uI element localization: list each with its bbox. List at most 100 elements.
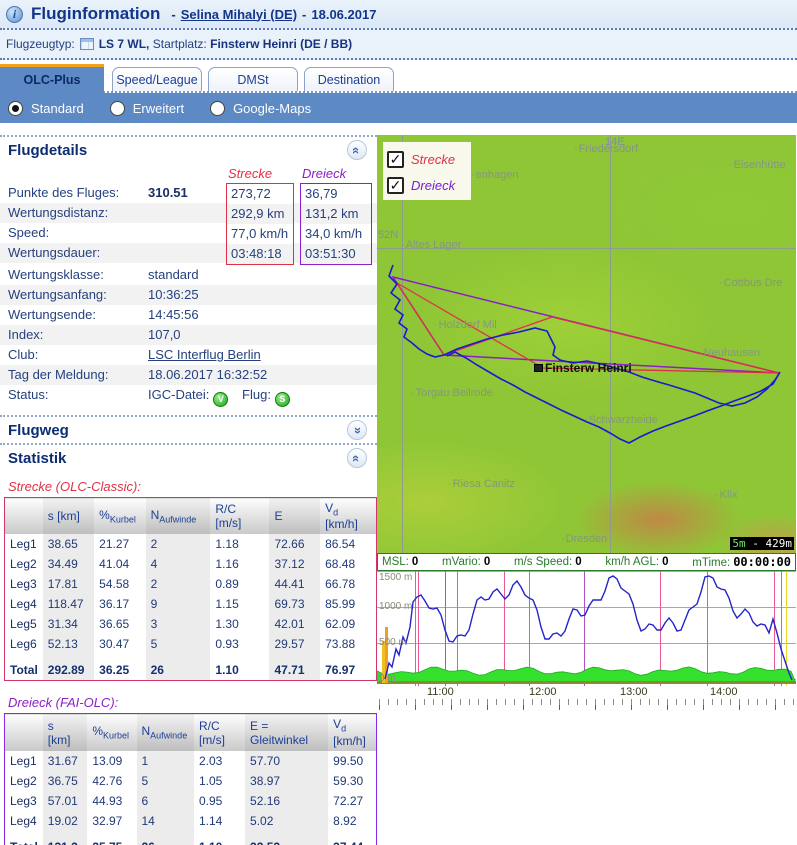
checkbox-checked[interactable]: ✓ (387, 177, 404, 194)
view-option-standard[interactable]: Standard (8, 101, 84, 116)
detail-value: standard (148, 265, 199, 285)
tab-olc-plus[interactable]: OLC-Plus (0, 64, 104, 93)
igc-valid-badge: V (213, 392, 228, 407)
tab-destination[interactable]: Destination (304, 67, 394, 91)
stat-cell: 0.93 (210, 634, 269, 654)
elevation-range: - 429m (746, 537, 792, 550)
flight-detail-row: Tag der Meldung:18.06.2017 16:32:52 (0, 365, 377, 385)
details-column: Flugdetails « Strecke Dreieck Punkte des… (0, 123, 377, 845)
club-link[interactable]: LSC Interflug Berlin (148, 347, 261, 362)
detail-value: 107,0 (148, 325, 181, 345)
airfield-marker-icon (534, 364, 543, 372)
barogram-curves (377, 571, 796, 686)
radio-standard-selected[interactable] (8, 101, 23, 116)
flight-detail-rows: Wertungsklasse:standardWertungsanfang:10… (0, 265, 377, 385)
stat-cell: 131.2 (43, 831, 88, 845)
stat-cell: 44.41 (269, 574, 320, 594)
stat-cell: 0.89 (210, 574, 269, 594)
flugweg-heading: Flugweg (8, 422, 69, 439)
detail-label: Wertungsanfang: (0, 285, 148, 305)
time-axis-label: 11:00 (427, 686, 454, 698)
stat-cell: 30.47 (94, 634, 145, 654)
stat-cell: 31.34 (43, 614, 94, 634)
layer-toggle-dreieck[interactable]: ✓Dreieck (387, 172, 471, 198)
detail-label: Wertungsdauer: (0, 243, 148, 263)
detail-label: Wertungsdistanz: (0, 203, 148, 223)
stat-cell: 292.89 (43, 654, 94, 681)
stat-cell: 2 (146, 574, 211, 594)
detail-label: Wertungsende: (0, 305, 148, 325)
stat-cell: 1.10 (194, 831, 245, 845)
stat-cell: 66.78 (320, 574, 376, 594)
stat-cell: 9 (146, 594, 211, 614)
tab-speed-league[interactable]: Speed/League (112, 67, 202, 91)
stat-cell: 21.27 (94, 534, 145, 554)
stat-cell: 26 (146, 654, 211, 681)
flight-detail-row: Wertungsende:14:45:56 (0, 305, 377, 325)
radio-google-maps[interactable] (210, 101, 225, 116)
stat-cell: 1.10 (210, 654, 269, 681)
stat-cell: Leg1 (5, 751, 43, 771)
stat-leg-row: Leg4118.4736.1791.1569.7385.99 (5, 594, 377, 614)
score-column-headers: Strecke Dreieck (0, 165, 377, 183)
baro-status-msl-: MSL:0 (382, 556, 418, 568)
stat-cell: 6 (137, 791, 194, 811)
stat-cell: 54.58 (94, 574, 145, 594)
checkbox-checked[interactable]: ✓ (387, 151, 404, 168)
stat-cell: 62.09 (320, 614, 376, 634)
pilot-link[interactable]: Selina Mihalyi (DE) (181, 7, 297, 22)
aircraft-info-bar: Flugzeugtyp: LS 7 WL, Startplatz: Finste… (0, 30, 797, 60)
start-site-map-label: Finsterw Heinri (545, 361, 632, 375)
score-value: 03:48:18 (227, 244, 293, 264)
score-value: 36,79 (301, 184, 371, 204)
collapse-statistik-button[interactable]: « (347, 448, 367, 468)
baro-status-value: 0 (662, 556, 668, 568)
layer-toggle-strecke[interactable]: ✓Strecke (387, 146, 471, 172)
stat-cell: 38.97 (245, 771, 328, 791)
header-separator: - (302, 7, 306, 22)
view-option-label: Google-Maps (233, 101, 311, 116)
barogram-plot[interactable]: 1500 m1000 m500 m0 m (377, 571, 796, 686)
stat-column-header: Vd[km/h] (328, 714, 376, 751)
map-grid-label: 52N (378, 229, 398, 241)
view-option-google-maps[interactable]: Google-Maps (210, 101, 311, 116)
map-town-label: Riesa Canitz (448, 478, 515, 490)
stat-cell: Total (5, 654, 43, 681)
stat-cell: Leg6 (5, 634, 43, 654)
stat-cell: 4 (146, 554, 211, 574)
view-option-label: Standard (31, 101, 84, 116)
aircraft-type-label: Flugzeugtyp: (6, 37, 75, 51)
view-option-erweitert[interactable]: Erweitert (110, 101, 184, 116)
page-header: i Fluginformation - Selina Mihalyi (DE) … (0, 0, 797, 30)
stat-cell: 47.71 (269, 654, 320, 681)
stat-column-header: E =Gleitwinkel (245, 714, 328, 751)
stat-column-header (5, 498, 43, 535)
expand-flugweg-button[interactable]: « (347, 420, 367, 440)
altitude-axis-label: 500 m (379, 637, 407, 648)
dreieck-table-title: Dreieck (FAI-OLC): (0, 681, 377, 713)
stat-cell: 17.81 (43, 574, 94, 594)
baro-status-label: mTime: (692, 557, 730, 569)
map-town-label: enhagen (471, 169, 519, 181)
stat-cell: Leg2 (5, 771, 43, 791)
view-options-bar: Standard Erweitert Google-Maps (0, 93, 797, 123)
stat-cell: Leg2 (5, 554, 43, 574)
statistik-section-header: Statistik « (0, 443, 377, 471)
stat-leg-row: Leg236.7542.7651.0538.9759.30 (5, 771, 377, 791)
tab-dmst[interactable]: DMSt (208, 67, 298, 91)
aircraft-table-icon[interactable] (80, 38, 94, 50)
map-town-label: Eisenhütte (729, 159, 786, 171)
stat-cell: 57.70 (245, 751, 328, 771)
score-value: 131,2 km (301, 204, 371, 224)
detail-value: 10:36:25 (148, 285, 199, 305)
map-canvas[interactable]: Friedersdorf14EEisenhütteenhagen52NAltes… (377, 135, 796, 553)
radio-erweitert[interactable] (110, 101, 125, 116)
collapse-flugdetails-button[interactable]: « (347, 140, 367, 160)
baro-status-value: 0 (412, 556, 418, 568)
map-town-label: Torgau Beilrode (411, 387, 493, 399)
dreieck-column-header: Dreieck (302, 166, 346, 181)
stat-cell: 31.67 (43, 751, 88, 771)
score-value: 292,9 km (227, 204, 293, 224)
stat-column-header: %Kurbel (94, 498, 145, 535)
stat-cell: 118.47 (43, 594, 94, 614)
